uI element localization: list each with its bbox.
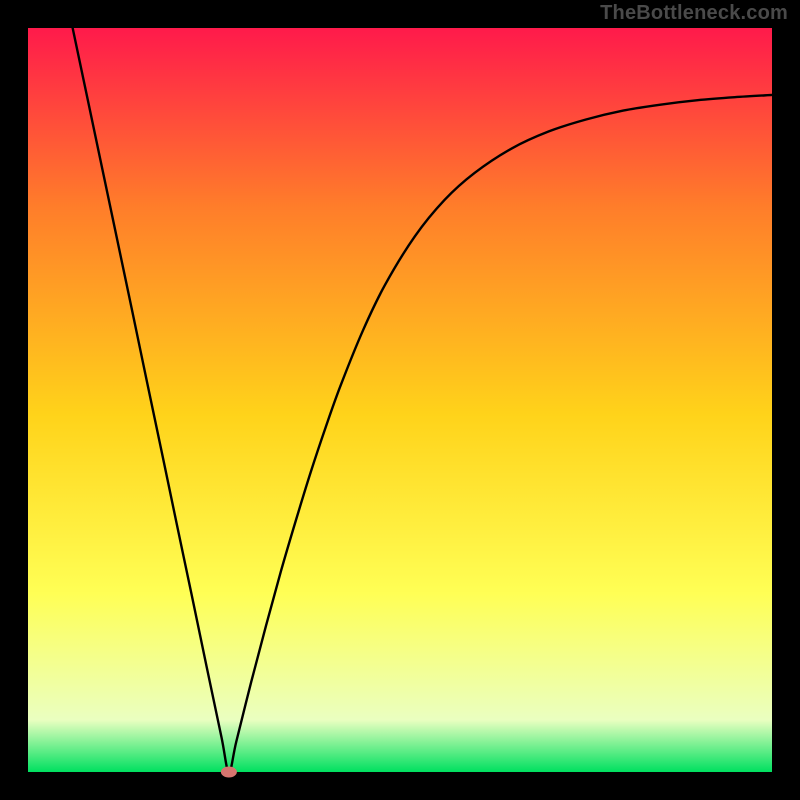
- chart-frame: TheBottleneck.com: [0, 0, 800, 800]
- minimum-marker: [221, 767, 237, 778]
- plot-background: [28, 28, 772, 772]
- watermark-text: TheBottleneck.com: [600, 2, 788, 25]
- bottleneck-chart: [0, 0, 800, 800]
